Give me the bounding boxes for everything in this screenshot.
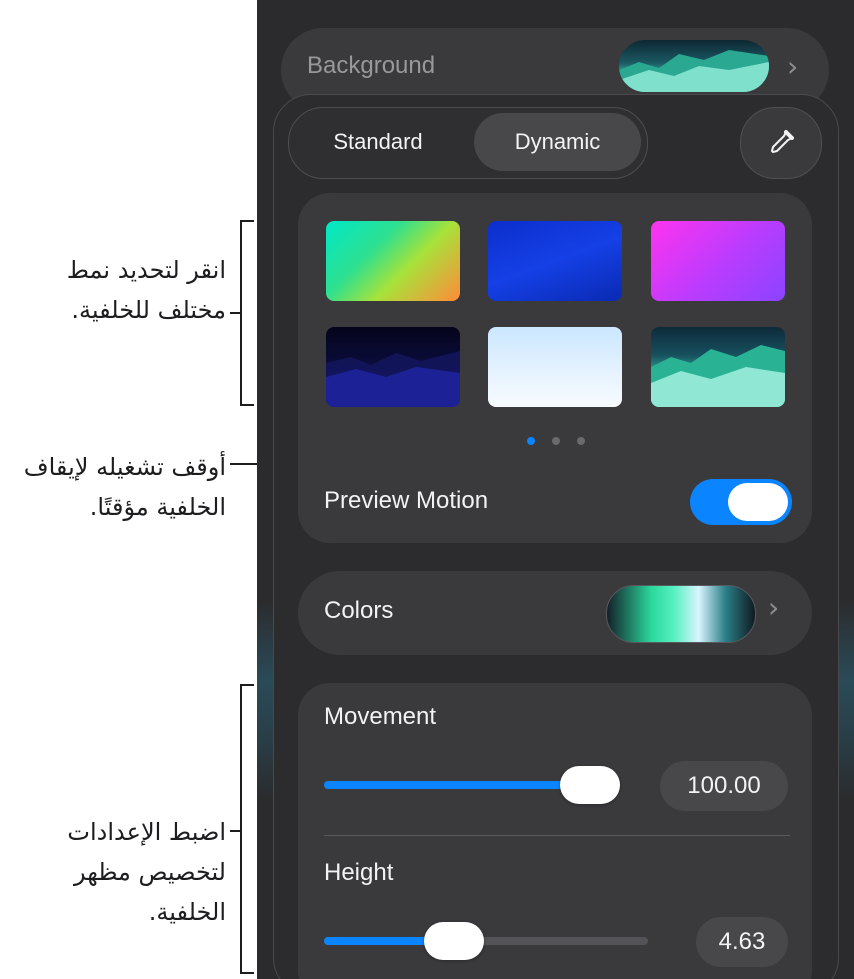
preview-motion-label: Preview Motion: [324, 487, 489, 514]
movement-slider[interactable]: [324, 766, 620, 804]
page-dot-3[interactable]: [577, 437, 585, 445]
tab-standard[interactable]: Standard: [295, 113, 461, 171]
tab-dynamic[interactable]: Dynamic: [474, 113, 641, 171]
movement-slider-thumb[interactable]: [560, 766, 620, 804]
background-thumbnail: [619, 40, 769, 92]
style-swatch-blue[interactable]: [488, 221, 622, 301]
motion-settings-card: Movement 100.00 Height 4.63: [298, 683, 812, 979]
mountains-image: [619, 50, 769, 92]
style-segmented-control: Standard Dynamic: [288, 107, 648, 179]
height-label: Height: [324, 859, 394, 886]
callout-line-styles-bracket-b: [240, 404, 254, 406]
colors-row[interactable]: Colors ›: [298, 571, 812, 655]
callout-line-styles-tick: [230, 312, 242, 314]
page-dot-1[interactable]: [527, 437, 535, 445]
height-value[interactable]: 4.63: [696, 917, 788, 967]
callout-pause: أوقف تشغيله لإيقاف الخلفية مؤقتًا.: [23, 453, 226, 521]
style-swatch-gradient[interactable]: [326, 221, 460, 301]
callout-line-adjust-bracket: [240, 684, 254, 686]
movement-slider-fill: [324, 781, 590, 789]
divider: [324, 835, 790, 836]
eyedropper-button[interactable]: [740, 107, 822, 179]
preview-motion-toggle[interactable]: [690, 479, 792, 525]
callout-line-adjust-tick: [230, 830, 242, 832]
callout-line-adjust-bracket-v: [240, 684, 242, 974]
height-slider[interactable]: [324, 922, 648, 960]
page-dot-2[interactable]: [552, 437, 560, 445]
style-swatch-night[interactable]: [326, 327, 460, 407]
background-sheet: Standard Dynamic Preview Motion Colors ›…: [273, 94, 839, 979]
colors-label: Colors: [324, 597, 394, 624]
colors-gradient-preview: [606, 585, 756, 643]
chevron-right-icon: ›: [768, 591, 780, 624]
style-swatch-sky[interactable]: [488, 327, 622, 407]
teal-mountains-image: [651, 345, 785, 407]
callout-styles: انقر لتحديد نمط مختلف للخلفية.: [66, 256, 226, 324]
callout-adjust: اضبط الإعدادات لتخصيص مظهر الخلفية.: [67, 818, 226, 926]
height-slider-thumb[interactable]: [424, 922, 485, 960]
movement-value[interactable]: 100.00: [660, 761, 788, 811]
callout-line-adjust-bracket-b: [240, 972, 254, 974]
background-styles-card: Preview Motion: [298, 193, 812, 543]
callout-line-styles-bracket: [240, 220, 254, 222]
movement-label: Movement: [324, 703, 437, 730]
eyedropper-icon: [771, 130, 794, 153]
toggle-knob: [728, 483, 788, 521]
background-label: Background: [307, 52, 436, 79]
style-swatch-pink[interactable]: [651, 221, 785, 301]
inspector-panel: Background › Standard Dynamic Preview Mo…: [257, 0, 854, 979]
style-swatch-teal-mountains[interactable]: [651, 327, 785, 407]
chevron-right-icon: ›: [787, 50, 799, 83]
night-mountains-image: [326, 351, 460, 407]
